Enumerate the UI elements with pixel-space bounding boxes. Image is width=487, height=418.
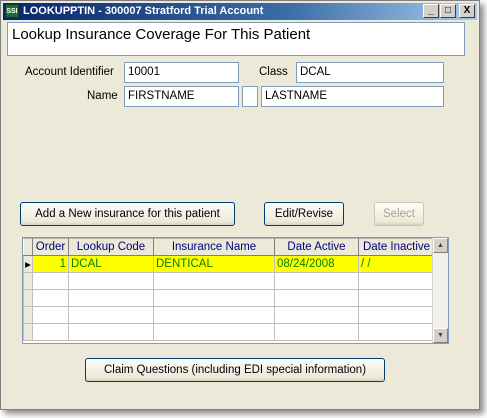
- table-row[interactable]: [23, 323, 435, 341]
- table-row[interactable]: [23, 272, 435, 290]
- col-date-inactive[interactable]: Date Inactive: [358, 238, 435, 256]
- cell-order: 1: [32, 255, 69, 273]
- insurance-grid[interactable]: Order Lookup Code Insurance Name Date Ac…: [22, 237, 449, 344]
- col-insurance-name[interactable]: Insurance Name: [153, 238, 275, 256]
- table-row[interactable]: [23, 289, 435, 307]
- table-row[interactable]: [23, 306, 435, 324]
- app-icon: SSI: [5, 4, 19, 18]
- maximize-button[interactable]: □: [440, 4, 456, 18]
- table-header-row: Order Lookup Code Insurance Name Date Ac…: [23, 238, 435, 256]
- cell-date-active: 08/24/2008: [274, 255, 359, 273]
- row-pointer-icon: ▸: [23, 255, 33, 273]
- heading-panel: Lookup Insurance Coverage For This Patie…: [7, 22, 465, 56]
- close-button[interactable]: X: [459, 4, 475, 18]
- class-field[interactable]: DCAL: [296, 62, 444, 83]
- col-lookup-code[interactable]: Lookup Code: [68, 238, 154, 256]
- add-new-insurance-button[interactable]: Add a New insurance for this patient: [20, 202, 235, 226]
- account-identifier-label: Account Identifier: [25, 66, 114, 78]
- row-selector-header: [23, 238, 33, 256]
- col-date-active[interactable]: Date Active: [274, 238, 359, 256]
- select-button[interactable]: Select: [374, 202, 424, 226]
- minimize-button[interactable]: _: [423, 4, 439, 18]
- name-label: Name: [87, 90, 118, 102]
- edit-revise-button[interactable]: Edit/Revise: [264, 202, 344, 226]
- scroll-up-icon[interactable]: ▲: [433, 238, 448, 253]
- cell-insurance-name: DENTICAL: [153, 255, 275, 273]
- class-label: Class: [259, 66, 288, 78]
- vertical-scrollbar[interactable]: ▲ ▼: [432, 238, 448, 343]
- title-bar[interactable]: SSI LOOKUPPTIN - 300007 Stratford Trial …: [3, 3, 477, 20]
- scroll-down-icon[interactable]: ▼: [433, 328, 448, 343]
- last-name-field[interactable]: LASTNAME: [261, 86, 444, 107]
- window-title: LOOKUPPTIN - 300007 Stratford Trial Acco…: [23, 5, 264, 17]
- cell-date-inactive: / /: [358, 255, 435, 273]
- middle-initial-field[interactable]: [242, 86, 258, 107]
- table-row[interactable]: ▸ 1 DCAL DENTICAL 08/24/2008 / /: [23, 255, 435, 273]
- insurance-table: Order Lookup Code Insurance Name Date Ac…: [23, 238, 435, 341]
- page-title: Lookup Insurance Coverage For This Patie…: [12, 26, 311, 43]
- first-name-field[interactable]: FIRSTNAME: [124, 86, 239, 107]
- col-order[interactable]: Order: [32, 238, 69, 256]
- account-identifier-field[interactable]: 10001: [124, 62, 239, 83]
- claim-questions-button[interactable]: Claim Questions (including EDI special i…: [85, 358, 385, 382]
- cell-lookup-code: DCAL: [68, 255, 154, 273]
- lookup-window: SSI LOOKUPPTIN - 300007 Stratford Trial …: [0, 0, 480, 410]
